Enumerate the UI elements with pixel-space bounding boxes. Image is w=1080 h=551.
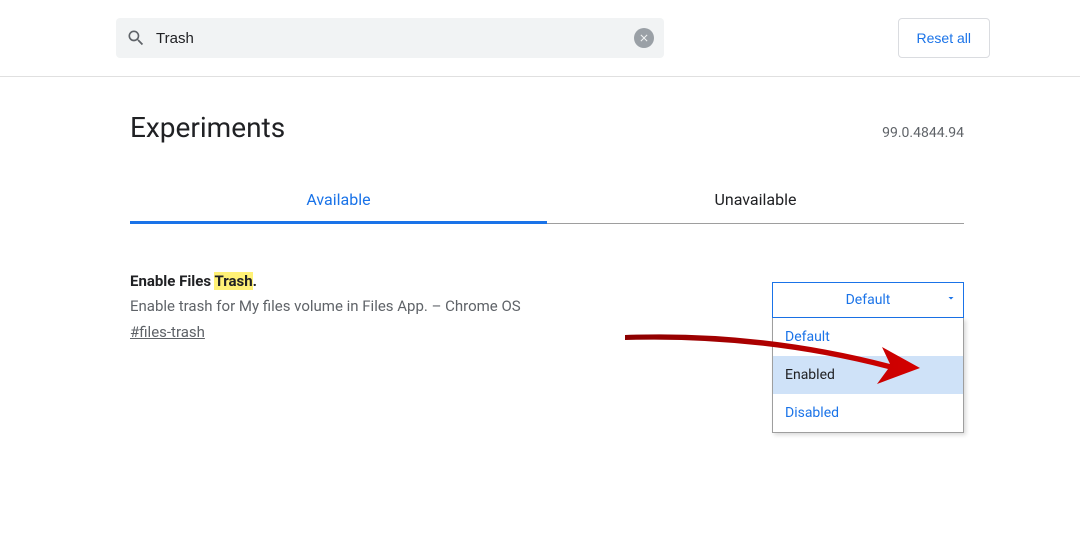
flag-select[interactable]: Default <box>772 282 964 318</box>
flag-title: Enable Files Trash. <box>130 272 748 290</box>
search-box[interactable] <box>116 18 664 58</box>
flag-hash-link[interactable]: #files-trash <box>130 323 205 341</box>
flag-select-value: Default <box>846 292 891 308</box>
tabs: Available Unavailable <box>130 190 964 224</box>
search-icon <box>126 28 146 48</box>
flag-entry: Enable Files Trash. Enable trash for My … <box>130 272 964 341</box>
option-default[interactable]: Default <box>773 318 963 356</box>
chevron-down-icon <box>945 292 957 308</box>
search-highlight: Trash <box>214 272 252 290</box>
flag-description: Enable trash for My files volume in File… <box>130 296 748 317</box>
tab-unavailable[interactable]: Unavailable <box>547 190 964 224</box>
page-title: Experiments <box>130 111 285 144</box>
flag-select-dropdown: Default Enabled Disabled <box>772 318 964 433</box>
option-disabled[interactable]: Disabled <box>773 394 963 432</box>
top-bar: Reset all <box>0 0 1080 77</box>
version-label: 99.0.4844.94 <box>882 125 964 141</box>
option-enabled[interactable]: Enabled <box>773 356 963 394</box>
search-input[interactable] <box>146 30 634 47</box>
close-icon <box>638 32 650 44</box>
reset-all-button[interactable]: Reset all <box>898 18 990 58</box>
clear-search-button[interactable] <box>634 28 654 48</box>
content-area: Experiments 99.0.4844.94 Available Unava… <box>0 111 1080 341</box>
tab-available[interactable]: Available <box>130 190 547 224</box>
